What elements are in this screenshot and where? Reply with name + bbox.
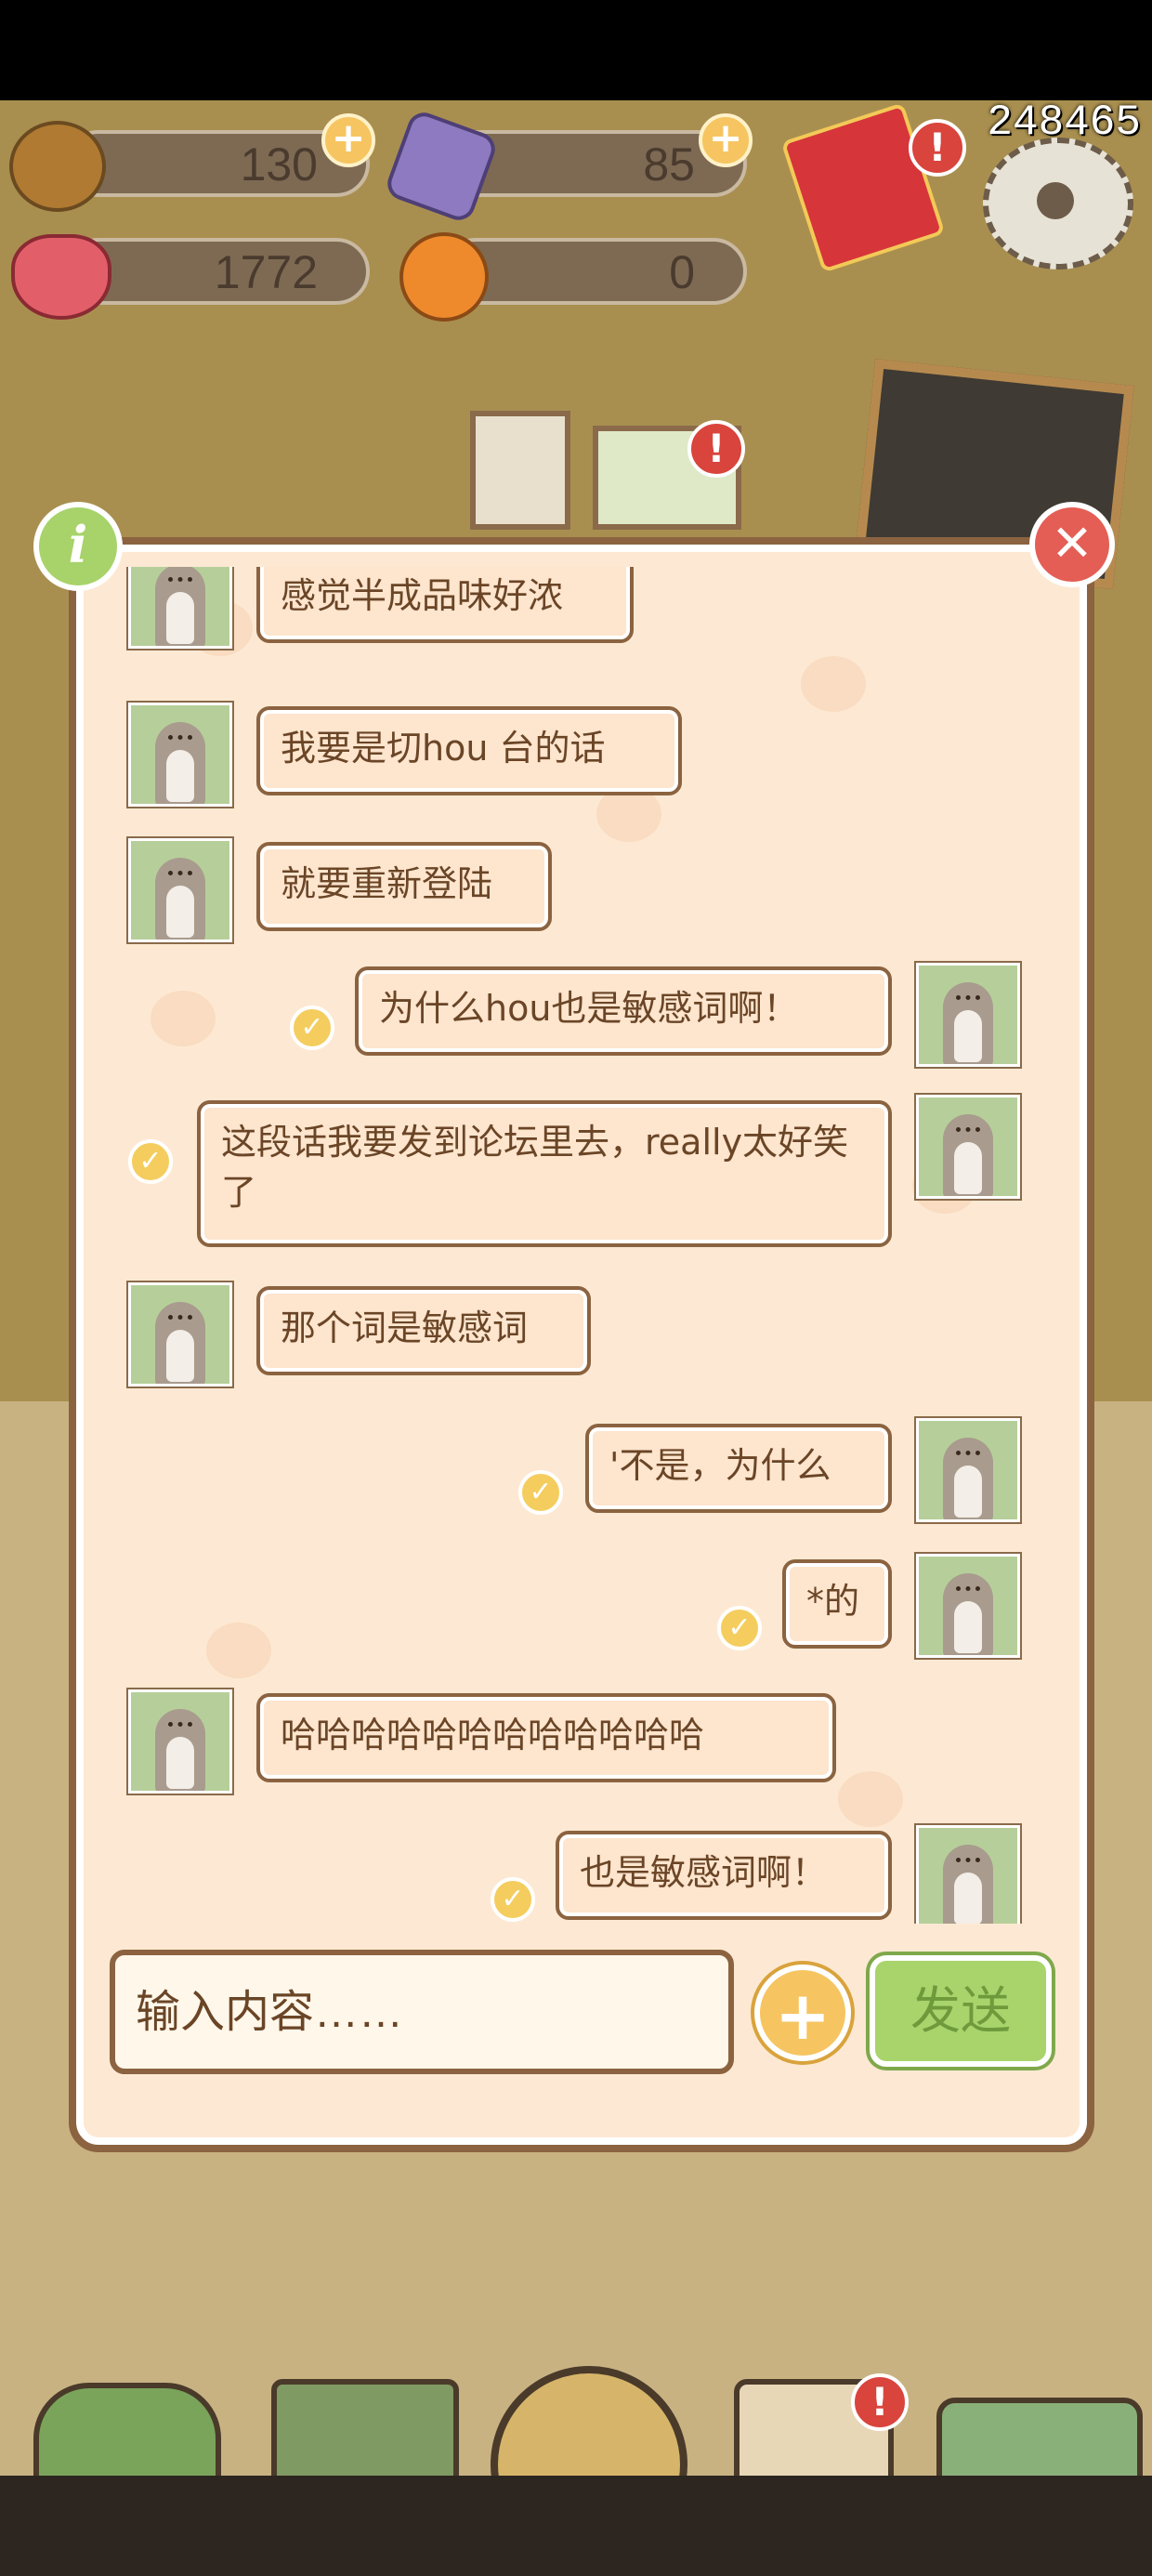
my-avatar[interactable] bbox=[916, 1095, 1020, 1199]
my-avatar[interactable] bbox=[916, 963, 1020, 1067]
otter-icon bbox=[155, 1302, 205, 1384]
my-avatar[interactable] bbox=[916, 1825, 1020, 1924]
otter-icon bbox=[943, 1573, 993, 1655]
sender-avatar[interactable] bbox=[128, 838, 232, 942]
message-bubble[interactable]: 这段话我要发到论坛里去，really太好笑了 bbox=[197, 1100, 892, 1247]
message-bubble[interactable]: 那个词是敏感词 bbox=[256, 1286, 591, 1375]
acorn-add-button[interactable]: + bbox=[321, 113, 375, 167]
wall-frame-plant bbox=[470, 411, 570, 530]
heart-icon bbox=[11, 234, 111, 320]
acorn-value: 130 bbox=[240, 138, 318, 191]
settings-gear-icon[interactable] bbox=[983, 138, 1133, 269]
envelope-alert-icon: ! bbox=[909, 119, 966, 177]
otter-icon bbox=[155, 722, 205, 804]
otter-icon bbox=[155, 567, 205, 646]
message-bubble[interactable]: *的 bbox=[782, 1559, 892, 1649]
gem-value: 85 bbox=[643, 138, 695, 191]
message-bubble[interactable]: 哈哈哈哈哈哈哈哈哈哈哈哈 bbox=[256, 1693, 836, 1782]
sender-avatar[interactable] bbox=[128, 703, 232, 807]
read-check-icon: ✓ bbox=[491, 1877, 535, 1922]
orange-value: 0 bbox=[669, 246, 695, 298]
gem-add-button[interactable]: + bbox=[699, 113, 753, 167]
frame-alert-icon[interactable]: ! bbox=[687, 420, 745, 478]
read-check-icon: ✓ bbox=[518, 1470, 563, 1515]
sender-avatar[interactable] bbox=[128, 1689, 232, 1794]
my-avatar[interactable] bbox=[916, 1554, 1020, 1658]
otter-icon bbox=[943, 1114, 993, 1196]
attach-plus-button[interactable]: + bbox=[754, 1965, 851, 2061]
message-bubble[interactable]: 我要是切hou 台的话 bbox=[256, 706, 682, 795]
read-check-icon: ✓ bbox=[290, 1005, 334, 1050]
navigation-bar bbox=[0, 2476, 1152, 2576]
otter-icon bbox=[943, 1845, 993, 1924]
my-avatar[interactable] bbox=[916, 1418, 1020, 1522]
message-bubble[interactable]: 就要重新登陆 bbox=[256, 842, 552, 931]
otter-icon bbox=[155, 1709, 205, 1791]
otter-icon bbox=[943, 982, 993, 1064]
otter-icon bbox=[943, 1438, 993, 1519]
chat-message-list[interactable]: 感觉半成品味好浓 我要是切hou 台的话 就要重新登陆 ✓ 为什么hou也是敏感… bbox=[74, 567, 1072, 1924]
message-bubble[interactable]: 感觉半成品味好浓 bbox=[256, 567, 634, 643]
message-input[interactable] bbox=[110, 1950, 734, 2074]
read-check-icon: ✓ bbox=[717, 1606, 762, 1650]
sender-avatar[interactable] bbox=[128, 1282, 232, 1387]
acorn-icon bbox=[9, 121, 106, 212]
send-button[interactable]: 发送 bbox=[870, 1955, 1052, 2067]
message-bubble[interactable]: 也是敏感词啊！ bbox=[556, 1831, 892, 1920]
message-bubble[interactable]: 为什么hou也是敏感词啊！ bbox=[355, 966, 892, 1056]
status-bar bbox=[0, 0, 1152, 100]
task-alert-icon: ! bbox=[851, 2373, 909, 2431]
otter-icon bbox=[155, 858, 205, 940]
read-check-icon: ✓ bbox=[128, 1139, 173, 1184]
orange-icon bbox=[399, 232, 489, 322]
heart-value: 1772 bbox=[214, 246, 318, 298]
sender-avatar[interactable] bbox=[128, 567, 232, 649]
message-bubble[interactable]: '不是，为什么 bbox=[585, 1424, 892, 1513]
